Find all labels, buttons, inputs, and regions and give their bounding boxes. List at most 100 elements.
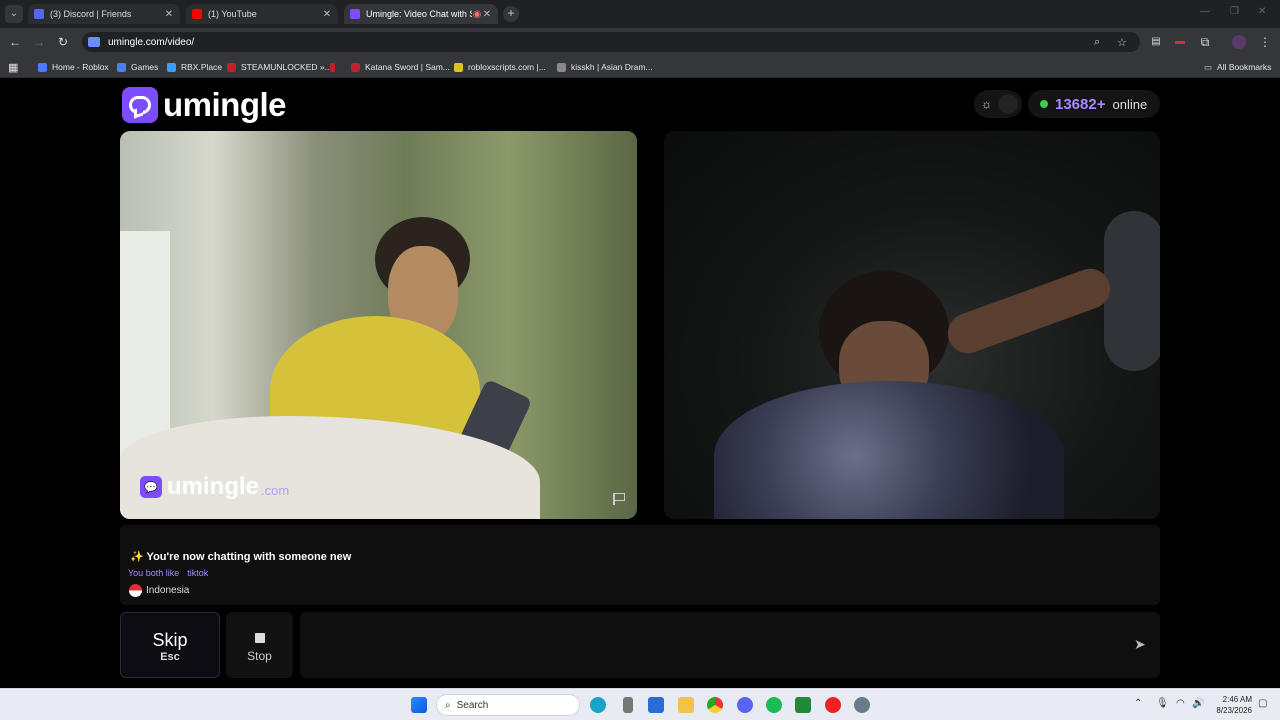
- bookmark-unnamed[interactable]: [330, 60, 340, 74]
- online-dot-icon: [1040, 100, 1048, 108]
- stop-icon: [254, 633, 265, 643]
- bookmark-label: robloxscripts.com |...: [468, 62, 546, 72]
- tab-strip: ⌄ (3) Discord | Friends ✕ (1) YouTube ✕ …: [0, 0, 1280, 28]
- edge-icon[interactable]: [590, 697, 606, 713]
- tab-title: (1) YouTube: [208, 9, 257, 19]
- apps-grid-icon[interactable]: ▦: [8, 60, 18, 74]
- tray-chevron-icon[interactable]: ⌃: [1134, 698, 1142, 709]
- tie-dye-shirt: [714, 381, 1064, 519]
- discord-icon: [34, 9, 44, 19]
- shared-interests-prefix: You both like: [128, 568, 180, 578]
- microphone-icon[interactable]: 🎙: [1156, 698, 1169, 709]
- clock-time: 2:46 AM: [1222, 695, 1252, 704]
- extension-red-icon[interactable]: ▬: [1172, 34, 1188, 50]
- bookmarks-bar: ▦ Home - Roblox Games RBX.Place STEAMUNL…: [0, 56, 1280, 78]
- bookmark-roblox-home[interactable]: Home - Roblox: [38, 60, 109, 74]
- zoom-icon[interactable]: ⌕: [1094, 36, 1100, 49]
- microphone: [1104, 211, 1160, 371]
- bookmark-star-icon[interactable]: ☆: [1117, 36, 1127, 49]
- all-bookmarks-label: All Bookmarks: [1217, 62, 1272, 72]
- minimize-icon[interactable]: —: [1200, 6, 1210, 17]
- new-tab-button[interactable]: +: [503, 6, 519, 22]
- store-icon[interactable]: [648, 697, 664, 713]
- profile-avatar[interactable]: [1232, 35, 1246, 49]
- clock-date: 8/23/2026: [1216, 706, 1252, 715]
- bookmark-label: STEAMUNLOCKED »...: [241, 62, 332, 72]
- app-green-icon[interactable]: [795, 697, 811, 713]
- chat-bubble-icon: 💬: [140, 476, 162, 498]
- bookmark-steamunlocked[interactable]: STEAMUNLOCKED »...: [227, 60, 332, 74]
- windows-taskbar: ⌕ Search ⌃ 🎙 ◠ 🔊 2:46 AM 8/23/2026 ▢: [0, 688, 1280, 720]
- theme-toggle[interactable]: ☼: [974, 90, 1022, 118]
- maximize-icon[interactable]: ❐: [1230, 6, 1239, 17]
- close-icon[interactable]: ✕: [482, 9, 492, 20]
- raised-arm: [942, 263, 1116, 359]
- mouse-app-icon[interactable]: [623, 697, 633, 713]
- tab-title: Umingle: Video Chat with S: [366, 9, 472, 19]
- online-label: online: [1112, 96, 1148, 112]
- youtube-icon: [192, 9, 202, 19]
- chrome-icon[interactable]: [707, 697, 723, 713]
- extension-icon[interactable]: ▤: [1148, 34, 1164, 50]
- close-window-icon[interactable]: ✕: [1258, 6, 1266, 17]
- notifications-icon[interactable]: ▢: [1258, 698, 1267, 709]
- rbx-icon: [167, 62, 176, 72]
- close-icon[interactable]: ✕: [322, 9, 332, 20]
- bookmark-katana-sword[interactable]: Katana Sword | Sam...: [351, 60, 450, 74]
- settings-gear-icon[interactable]: [854, 697, 870, 713]
- folder-icon: ▭: [1204, 61, 1213, 72]
- browser-toolbar: ← → ↻ umingle.com/video/ ⌕ ☆ ▤ ▬ ⧉ ⋮: [0, 28, 1280, 56]
- back-icon[interactable]: ←: [7, 34, 23, 50]
- kisskh-icon: [557, 62, 566, 72]
- bookmark-games[interactable]: Games: [117, 60, 158, 74]
- file-explorer-icon[interactable]: [678, 697, 694, 713]
- tab-umingle[interactable]: Umingle: Video Chat with S ◉ ✕: [344, 4, 498, 24]
- tab-search-button[interactable]: ⌄: [5, 5, 23, 23]
- chat-input-area: ➤: [300, 612, 1160, 678]
- address-bar[interactable]: umingle.com/video/ ⌕ ☆: [82, 32, 1140, 52]
- message-input[interactable]: [310, 632, 1110, 658]
- discord-taskbar-icon[interactable]: [737, 697, 753, 713]
- tab-youtube[interactable]: (1) YouTube ✕: [186, 4, 338, 24]
- bookmark-robloxscripts[interactable]: robloxscripts.com |...: [454, 60, 546, 74]
- logo-text: umingle: [163, 86, 287, 123]
- opera-icon[interactable]: [825, 697, 841, 713]
- close-icon[interactable]: ✕: [164, 9, 174, 20]
- country-info: Indonesia: [129, 584, 189, 597]
- bookmark-kisskh[interactable]: kisskh | Asian Dram...: [557, 60, 653, 74]
- stop-button[interactable]: Stop: [226, 612, 293, 678]
- start-windows-icon[interactable]: [411, 697, 427, 713]
- stop-label: Stop: [247, 649, 272, 663]
- send-icon[interactable]: ➤: [1134, 636, 1150, 652]
- toggle-knob: [998, 94, 1018, 114]
- skip-hint: Esc: [160, 651, 180, 663]
- bookmark-label: RBX.Place: [181, 62, 223, 72]
- umingle-icon: [350, 9, 360, 19]
- menu-icon[interactable]: ⋮: [1257, 34, 1273, 50]
- bookmark-rbx-place[interactable]: RBX.Place: [167, 60, 222, 74]
- umingle-page: umingle ☼ 13682+ online 💬 umingle .com ✨: [0, 78, 1280, 688]
- report-flag-icon[interactable]: [613, 493, 625, 505]
- tab-title: (3) Discord | Friends: [50, 9, 132, 19]
- watermark-text: umingle: [167, 473, 260, 500]
- taskbar-search[interactable]: ⌕ Search: [436, 694, 580, 716]
- wifi-icon[interactable]: ◠: [1176, 698, 1185, 709]
- bookmark-label: Home - Roblox: [52, 62, 109, 72]
- all-bookmarks[interactable]: ▭ All Bookmarks: [1204, 60, 1271, 74]
- watermark-suffix: .com: [261, 482, 290, 498]
- volume-icon[interactable]: 🔊: [1192, 698, 1204, 709]
- spotify-icon[interactable]: [766, 697, 782, 713]
- forward-icon[interactable]: →: [31, 34, 47, 50]
- reload-icon[interactable]: ↻: [55, 34, 71, 50]
- umingle-logo[interactable]: umingle: [122, 86, 287, 124]
- country-name: Indonesia: [146, 585, 190, 596]
- match-info-panel: ✨ You're now chatting with someone new Y…: [120, 525, 1160, 605]
- skip-button[interactable]: Skip Esc: [120, 612, 220, 678]
- extensions-puzzle-icon[interactable]: ⧉: [1197, 34, 1213, 50]
- steamunlocked-icon: [227, 62, 236, 72]
- online-count: 13682+: [1055, 95, 1106, 113]
- skip-label: Skip: [152, 630, 188, 650]
- system-clock[interactable]: 2:46 AM 8/23/2026: [1208, 694, 1252, 716]
- tab-discord[interactable]: (3) Discord | Friends ✕: [28, 4, 180, 24]
- camera-site-icon: [88, 37, 100, 47]
